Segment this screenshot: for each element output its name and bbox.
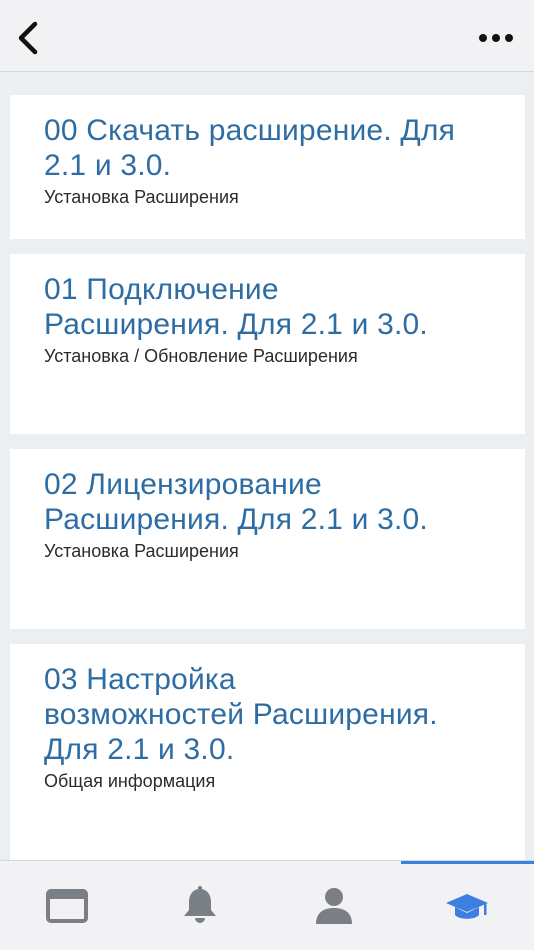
more-horizontal-icon bbox=[479, 34, 513, 42]
card-subtitle: Установка Расширения bbox=[44, 187, 239, 207]
bell-icon bbox=[181, 885, 219, 926]
bottom-tab-bar bbox=[0, 860, 534, 950]
user-icon bbox=[315, 887, 353, 925]
graduation-cap-icon bbox=[445, 892, 489, 922]
back-button[interactable] bbox=[6, 16, 50, 60]
list-item[interactable]: 03 Настройка возможностей Расширения. Дл… bbox=[10, 644, 525, 860]
card-title: 03 Настройка возможностей Расширения. Дл… bbox=[44, 663, 438, 766]
tab-notifications[interactable] bbox=[134, 861, 268, 950]
list-item[interactable]: 02 Лицензирование Расширения. Для 2.1 и … bbox=[10, 449, 525, 629]
card-title: 01 Подключение Расширения. Для 2.1 и 3.0… bbox=[44, 273, 428, 341]
card-title: 02 Лицензирование Расширения. Для 2.1 и … bbox=[44, 468, 428, 536]
card-subtitle: Установка / Обновление Расширения bbox=[44, 346, 358, 366]
tab-courses[interactable] bbox=[400, 861, 534, 950]
list-item[interactable]: 00 Скачать расширение. Для 2.1 и 3.0. Ус… bbox=[10, 95, 525, 239]
course-list: 00 Скачать расширение. Для 2.1 и 3.0. Ус… bbox=[0, 72, 534, 860]
more-options-button[interactable] bbox=[474, 18, 518, 58]
browser-window-icon bbox=[45, 888, 88, 923]
list-item[interactable]: 01 Подключение Расширения. Для 2.1 и 3.0… bbox=[10, 254, 525, 434]
card-subtitle: Общая информация bbox=[44, 771, 216, 791]
chevron-left-icon bbox=[18, 21, 38, 55]
tab-browser[interactable] bbox=[0, 861, 134, 950]
card-subtitle: Установка Расширения bbox=[44, 541, 239, 561]
card-title: 00 Скачать расширение. Для 2.1 и 3.0. bbox=[44, 114, 456, 182]
top-navigation-bar bbox=[0, 0, 534, 72]
tab-profile[interactable] bbox=[267, 861, 401, 950]
app-screen: 00 Скачать расширение. Для 2.1 и 3.0. Ус… bbox=[0, 0, 534, 950]
